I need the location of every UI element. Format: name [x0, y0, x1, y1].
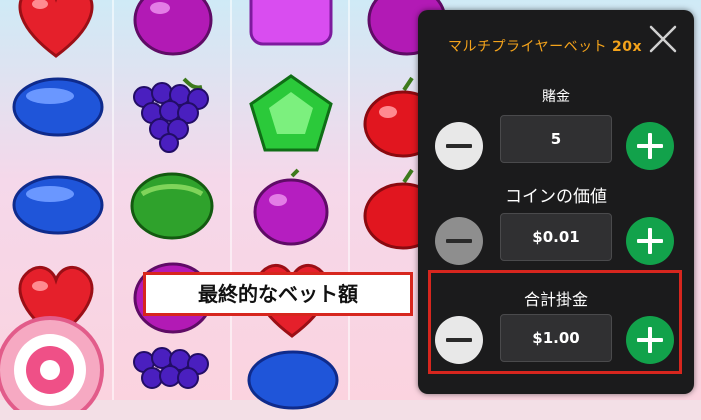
- grape-bunch-symbol: [133, 347, 209, 389]
- coin-value-decrease-button[interactable]: [435, 217, 483, 265]
- coin-value: $0.01: [500, 213, 612, 261]
- total-bet-highlight-box: [428, 270, 682, 374]
- reel-divider: [230, 0, 232, 400]
- grape-bunch-symbol: [133, 77, 209, 153]
- purple-square-candy-symbol: [249, 0, 333, 46]
- watermelon-symbol: [130, 172, 214, 240]
- purple-plum-symbol: [133, 0, 213, 56]
- panel-title-text: マルチプライヤーベット: [448, 39, 608, 55]
- coin-value-increase-button[interactable]: [626, 217, 674, 265]
- final-bet-callout: 最終的なベット額: [143, 272, 413, 316]
- green-pentagon-candy-symbol: [249, 74, 333, 152]
- multiplier-value: 20x: [612, 39, 643, 55]
- bet-value: 5: [500, 115, 612, 163]
- panel-title: マルチプライヤーベット 20x: [448, 36, 642, 56]
- reel-divider: [112, 0, 114, 400]
- bet-decrease-button[interactable]: [435, 122, 483, 170]
- close-icon[interactable]: [648, 24, 678, 54]
- red-heart-symbol: [18, 0, 94, 58]
- blue-oval-candy-symbol: [12, 77, 104, 137]
- coin-value-label: コインの価値: [505, 187, 607, 207]
- swirl-lollipop-symbol: [0, 316, 104, 410]
- blue-oval-candy-symbol: [12, 175, 104, 235]
- blue-oval-candy-symbol: [247, 350, 339, 410]
- plum-symbol: [253, 168, 329, 246]
- bet-increase-button[interactable]: [626, 122, 674, 170]
- reel-divider: [348, 0, 350, 400]
- bet-label: 賭金: [542, 89, 570, 105]
